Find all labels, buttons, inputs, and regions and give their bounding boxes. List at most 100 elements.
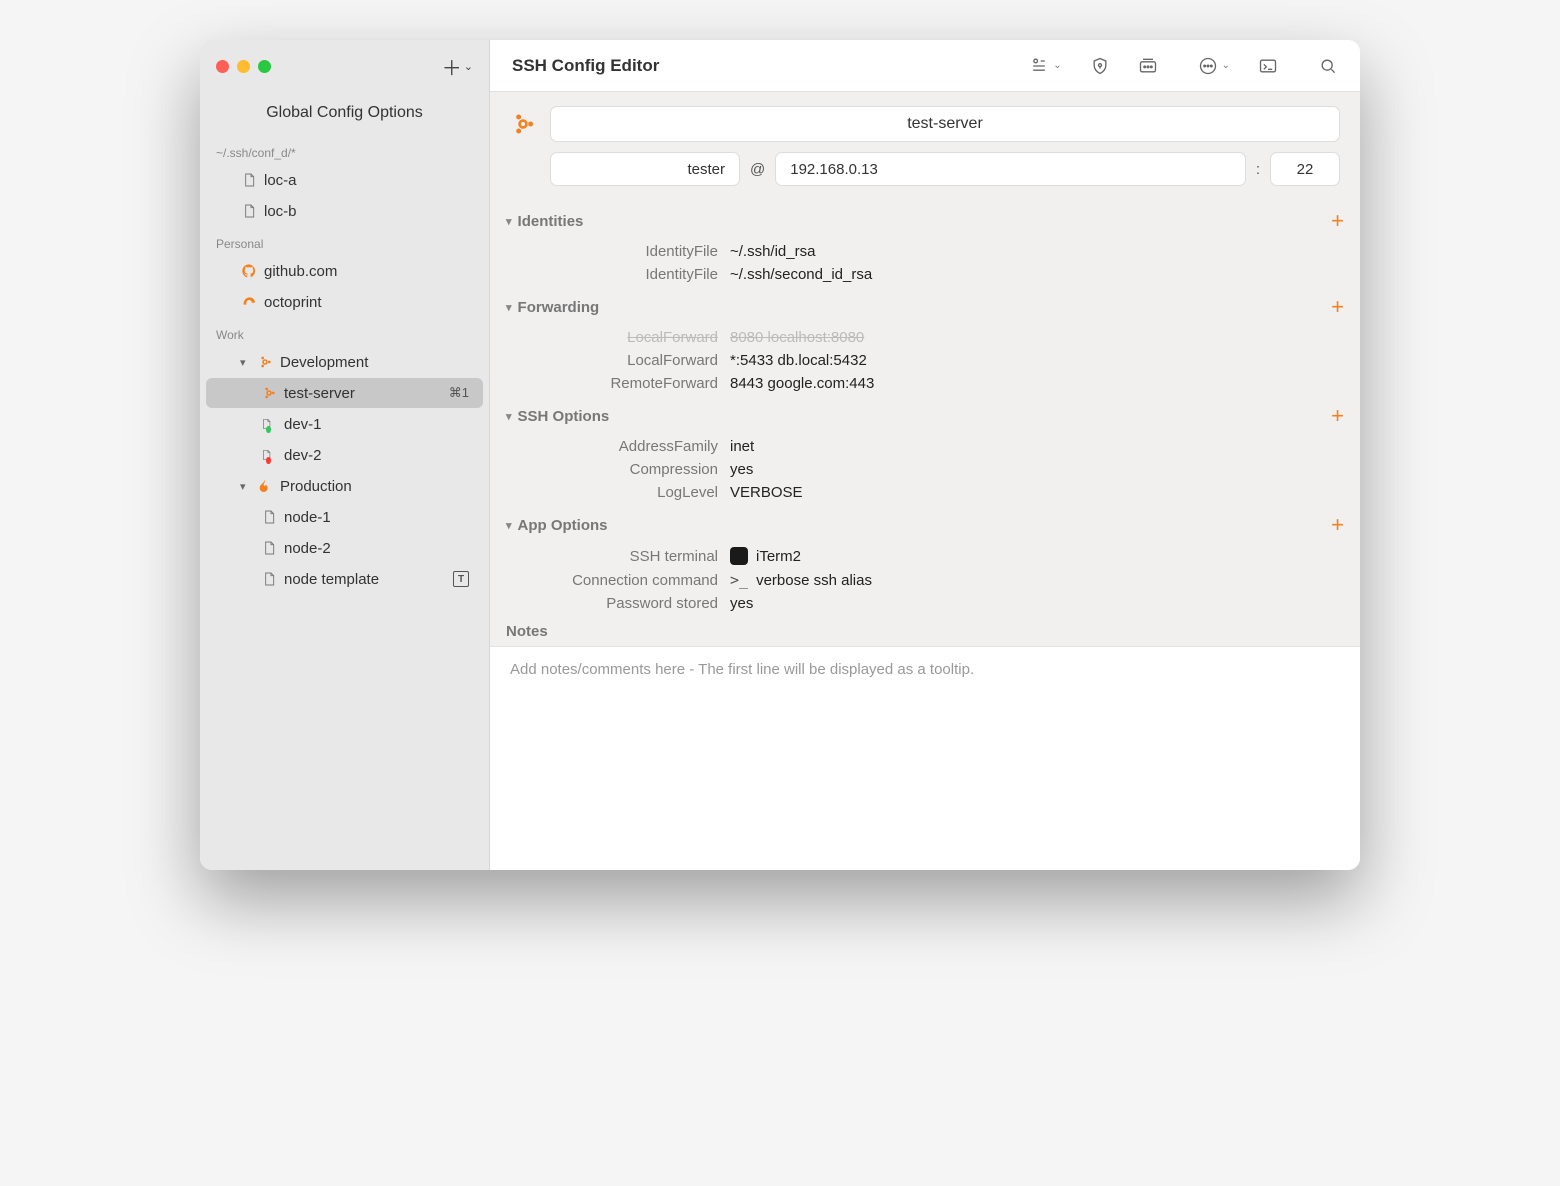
config-value-text: 8443 google.com:443 (730, 375, 874, 392)
prompt-icon: >_ (730, 571, 748, 589)
chevron-down-icon[interactable]: ▾ (240, 356, 250, 369)
add-row-button[interactable]: + (1331, 512, 1344, 538)
sidebar-group-header: Personal (200, 227, 489, 255)
add-row-button[interactable]: + (1331, 403, 1344, 429)
sidebar-item-test-server[interactable]: test-server⌘1 (206, 378, 483, 408)
notes-textarea[interactable]: Add notes/comments here - The first line… (490, 646, 1360, 870)
section-header-app-options[interactable]: ▾App Options+ (490, 504, 1360, 544)
config-row[interactable]: SSH terminaliTerm2 (490, 544, 1360, 568)
config-row[interactable]: IdentityFile~/.ssh/second_id_rsa (490, 263, 1360, 286)
sidebar-item-node-2[interactable]: node-2 (206, 533, 483, 563)
add-option-button[interactable]: ⌄ (1029, 56, 1061, 76)
at-symbol: @ (748, 161, 767, 178)
hostname-input[interactable]: test-server (550, 106, 1340, 142)
chevron-down-icon[interactable]: ▾ (240, 480, 250, 493)
sidebar-item-github-com[interactable]: github.com (206, 256, 483, 286)
sidebar-item-loc-b[interactable]: loc-b (206, 196, 483, 226)
config-row[interactable]: RemoteForward8443 google.com:443 (490, 372, 1360, 395)
app-window: ＋ ⌄ Global Config Options ~/.ssh/conf_d/… (200, 40, 1360, 870)
security-button[interactable] (1090, 56, 1110, 76)
config-value-text: ~/.ssh/id_rsa (730, 243, 815, 260)
add-host-button[interactable]: ＋ ⌄ (442, 52, 473, 81)
config-value: VERBOSE (730, 484, 803, 501)
config-row[interactable]: AddressFamilyinet (490, 435, 1360, 458)
user-input[interactable]: tester (550, 152, 740, 186)
ubuntu-folder-icon (256, 353, 274, 371)
file-icon (260, 446, 278, 464)
more-options-button[interactable]: ⌄ (1198, 56, 1230, 76)
config-row[interactable]: LocalForward*:5433 db.local:5432 (490, 349, 1360, 372)
config-row[interactable]: Connection command>_ verbose ssh alias (490, 568, 1360, 592)
file-icon (260, 539, 278, 557)
close-window-button[interactable] (216, 60, 229, 73)
password-button[interactable] (1138, 56, 1158, 76)
section-header-forwarding[interactable]: ▾Forwarding+ (490, 286, 1360, 326)
config-value-text: verbose ssh alias (756, 572, 872, 589)
config-row[interactable]: LocalForward8080 localhost:8080 (490, 326, 1360, 349)
sidebar-item-development[interactable]: ▾ Development (206, 347, 483, 377)
sidebar-item-loc-a[interactable]: loc-a (206, 165, 483, 195)
sidebar-item-dev-2[interactable]: dev-2 (206, 440, 483, 470)
sidebar-item-label: dev-1 (284, 416, 322, 433)
sidebar-item-label: node-1 (284, 509, 331, 526)
ip-input[interactable]: 192.168.0.13 (775, 152, 1246, 186)
chevron-down-icon: ▾ (506, 301, 512, 314)
config-row[interactable]: Password storedyes (490, 592, 1360, 615)
terminal-button[interactable] (1258, 56, 1278, 76)
config-key: IdentityFile (510, 266, 730, 283)
config-value: ~/.ssh/id_rsa (730, 243, 815, 260)
file-icon (260, 415, 278, 433)
add-row-button[interactable]: + (1331, 208, 1344, 234)
search-button[interactable] (1318, 56, 1338, 76)
config-key: RemoteForward (510, 375, 730, 392)
sidebar-item-node-template[interactable]: node templateT (206, 564, 483, 594)
config-row[interactable]: LogLevelVERBOSE (490, 481, 1360, 504)
chevron-down-icon: ▾ (506, 410, 512, 423)
global-config-link[interactable]: Global Config Options (200, 92, 489, 136)
config-value-text: yes (730, 461, 753, 478)
chevron-down-icon: ⌄ (1053, 60, 1061, 71)
sidebar-item-label: github.com (264, 263, 337, 280)
sidebar-group-header: Work (200, 318, 489, 346)
config-key: AddressFamily (510, 438, 730, 455)
status-dot-icon (266, 426, 271, 433)
section-title: App Options (518, 517, 608, 534)
sidebar-item-node-1[interactable]: node-1 (206, 502, 483, 532)
config-key: Connection command (510, 572, 730, 589)
zoom-window-button[interactable] (258, 60, 271, 73)
section-header-identities[interactable]: ▾Identities+ (490, 200, 1360, 240)
sidebar-item-label: Production (280, 478, 352, 495)
config-key: SSH terminal (510, 548, 730, 565)
config-key: LocalForward (510, 329, 730, 346)
config-row[interactable]: Compressionyes (490, 458, 1360, 481)
config-key: Password stored (510, 595, 730, 612)
sidebar-item-dev-1[interactable]: dev-1 (206, 409, 483, 439)
sidebar-item-octoprint[interactable]: octoprint (206, 287, 483, 317)
config-value: yes (730, 595, 753, 612)
sidebar-item-label: dev-2 (284, 447, 322, 464)
config-value: 8080 localhost:8080 (730, 329, 864, 346)
config-value: inet (730, 438, 754, 455)
main-panel: SSH Config Editor ⌄ ⌄ (490, 40, 1360, 870)
add-row-button[interactable]: + (1331, 294, 1344, 320)
section-title: Identities (518, 213, 584, 230)
config-row[interactable]: IdentityFile~/.ssh/id_rsa (490, 240, 1360, 263)
config-value: ~/.ssh/second_id_rsa (730, 266, 872, 283)
notes-section-header: Notes (490, 615, 1360, 646)
config-value: *:5433 db.local:5432 (730, 352, 867, 369)
config-key: LogLevel (510, 484, 730, 501)
plus-icon: ＋ (442, 52, 462, 81)
port-input[interactable]: 22 (1270, 152, 1340, 186)
template-badge-icon: T (453, 571, 469, 587)
sidebar-item-label: loc-b (264, 203, 297, 220)
fire-folder-icon (256, 477, 274, 495)
ubuntu-icon (260, 384, 278, 402)
sidebar-item-production[interactable]: ▾ Production (206, 471, 483, 501)
section-header-ssh-options[interactable]: ▾SSH Options+ (490, 395, 1360, 435)
app-title: SSH Config Editor (512, 56, 659, 76)
ubuntu-icon (510, 111, 536, 137)
sidebar-item-label: Development (280, 354, 368, 371)
host-header: test-server tester @ 192.168.0.13 : 22 (490, 92, 1360, 200)
file-icon (260, 508, 278, 526)
minimize-window-button[interactable] (237, 60, 250, 73)
